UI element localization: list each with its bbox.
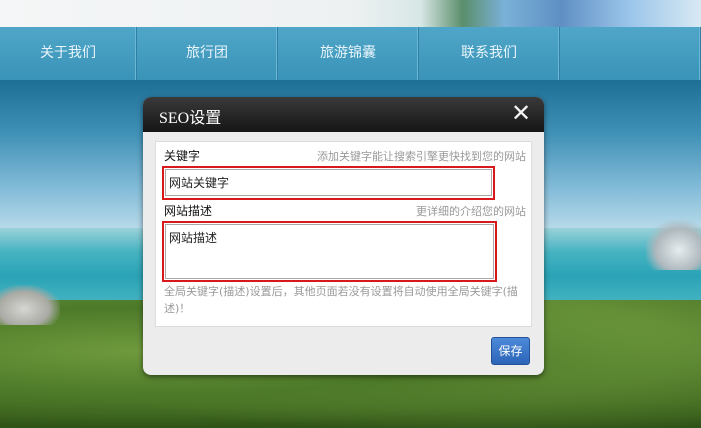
dialog-header: SEO设置 ✕ xyxy=(143,97,544,132)
dialog-title: SEO设置 xyxy=(159,110,222,127)
seo-settings-dialog: SEO设置 ✕ 关键字 添加关键字能让搜索引擎更快找到您的网站 网站关键字 网站… xyxy=(143,97,544,375)
nav-item-tour-groups[interactable]: 旅行团 xyxy=(137,27,279,80)
description-label: 网站描述 xyxy=(164,204,213,218)
form-panel: 关键字 添加关键字能让搜索引擎更快找到您的网站 网站关键字 网站描述 更详细的介… xyxy=(155,141,532,327)
nav-item-about[interactable]: 关于我们 xyxy=(0,27,138,80)
keyword-label: 关键字 xyxy=(164,149,201,163)
banner-top-strip xyxy=(0,0,701,27)
keyword-row: 关键字 添加关键字能让搜索引擎更快找到您的网站 xyxy=(164,147,526,165)
description-textarea[interactable]: 网站描述 xyxy=(165,224,494,279)
keyword-input[interactable]: 网站关键字 xyxy=(165,169,492,196)
banner-rocks-left xyxy=(0,285,60,325)
global-seo-note: 全局关键字(描述)设置后，其他页面若没有设置将自动使用全局关键字(描述)！ xyxy=(164,285,518,315)
banner-rocks-right xyxy=(646,220,701,270)
close-icon[interactable]: ✕ xyxy=(510,101,532,125)
main-navigation: 关于我们 旅行团 旅游锦囊 联系我们 xyxy=(0,27,701,80)
keyword-hint: 添加关键字能让搜索引擎更快找到您的网站 xyxy=(317,150,526,163)
nav-item-empty xyxy=(560,27,701,80)
nav-item-travel-tips[interactable]: 旅游锦囊 xyxy=(278,27,420,80)
nav-item-contact[interactable]: 联系我们 xyxy=(419,27,561,80)
description-row: 网站描述 更详细的介绍您的网站 xyxy=(164,202,526,220)
save-button[interactable]: 保存 xyxy=(491,337,530,365)
description-hint: 更详细的介绍您的网站 xyxy=(416,205,526,218)
